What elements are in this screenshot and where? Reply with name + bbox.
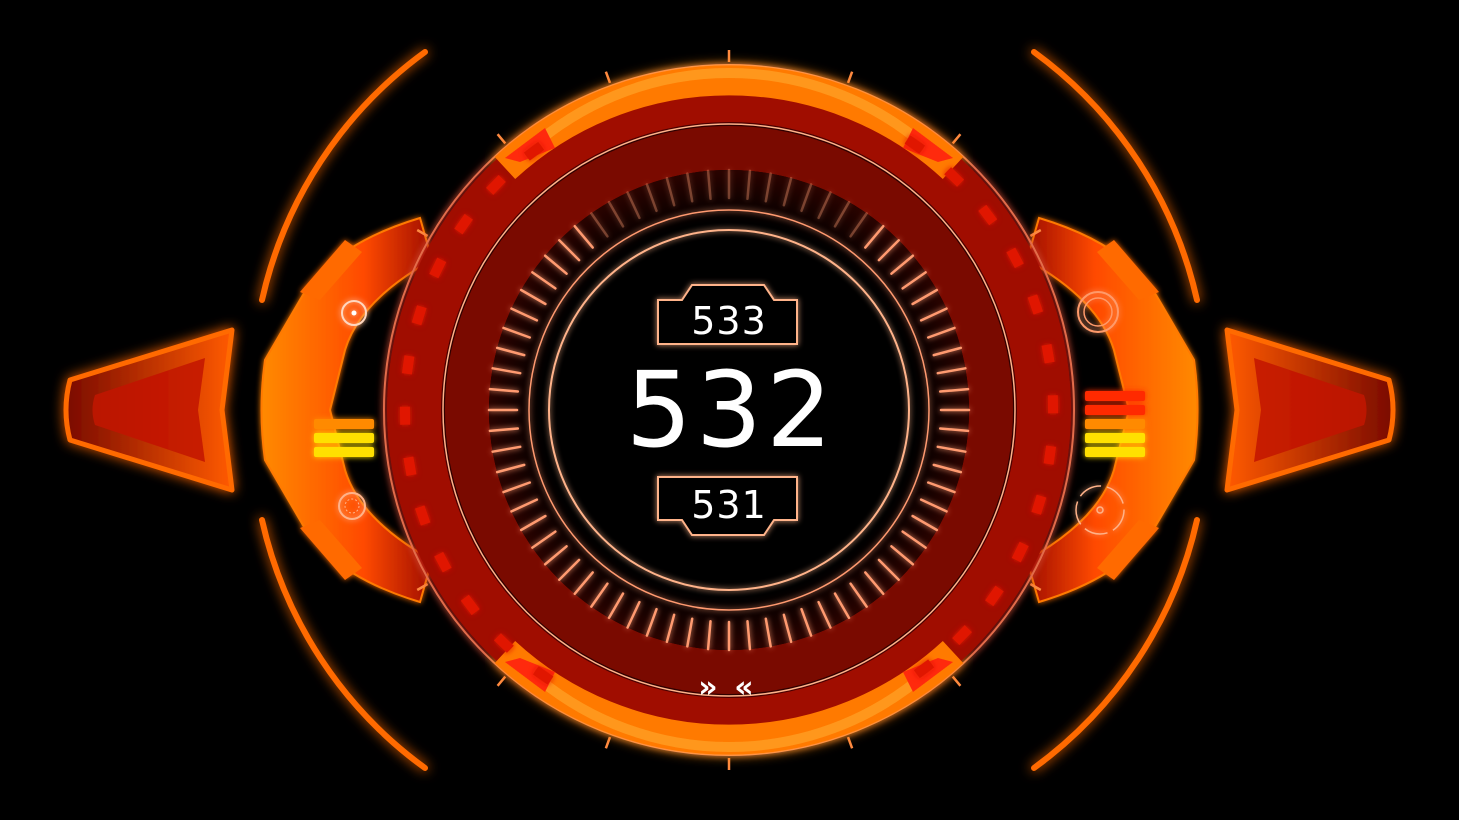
forward-chevron-button[interactable]: » [698,670,717,705]
level-bar [1085,433,1145,443]
segment-mark [1047,395,1059,414]
level-bar [1085,391,1145,401]
right-level-bars [1085,391,1145,457]
level-bar [1085,447,1145,457]
level-bar [1085,405,1145,415]
next-value: 533 [691,299,767,343]
hud-gauge: 533 532 531 » « [0,0,1459,820]
level-bar [1085,419,1145,429]
back-chevron-button[interactable]: « [734,670,753,705]
level-bar [314,447,374,457]
segment-mark [399,406,411,425]
current-value: 532 [626,349,837,471]
level-bar [314,433,374,443]
left-level-bars [314,419,374,457]
previous-value: 531 [691,483,767,527]
level-bar [314,419,374,429]
